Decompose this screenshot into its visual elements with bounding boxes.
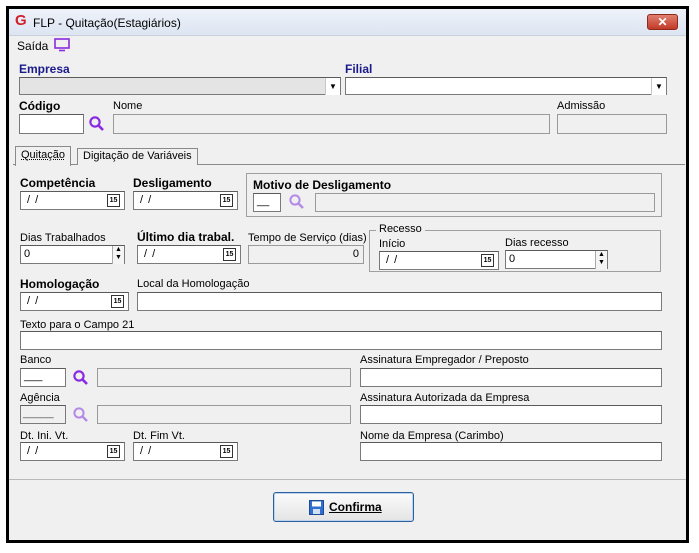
- empresa-label: Empresa: [19, 62, 70, 76]
- tab-quitacao-label: Quitação: [21, 149, 66, 161]
- assinatura-empregador-input[interactable]: [360, 368, 662, 387]
- codigo-search-icon[interactable]: [88, 115, 105, 132]
- local-homologacao-input[interactable]: [137, 292, 662, 311]
- nome-label: Nome: [113, 100, 143, 112]
- desligamento-date-input[interactable]: / / 15: [133, 191, 238, 210]
- recesso-inicio-value: / /: [386, 254, 399, 266]
- window-title: FLP - Quitação(Estagiários): [33, 16, 181, 30]
- competencia-calendar-icon[interactable]: 15: [107, 194, 120, 207]
- assinatura-empregador-label: Assinatura Empregador / Preposto: [360, 354, 529, 366]
- recesso-inicio-calendar-icon[interactable]: 15: [481, 254, 494, 267]
- empresa-dropdown-arrow[interactable]: ▼: [325, 78, 340, 95]
- tempo-servico-value: 0: [352, 248, 359, 260]
- dt-ini-vt-date-input[interactable]: / / 15: [20, 442, 125, 461]
- motivo-search-icon[interactable]: [288, 193, 305, 210]
- confirm-button[interactable]: Confirma: [273, 492, 414, 522]
- agencia-code-input[interactable]: _____: [20, 405, 66, 424]
- save-icon: [309, 500, 324, 515]
- homologacao-label: Homologação: [20, 277, 100, 291]
- dt-ini-vt-value: / /: [27, 445, 40, 457]
- motivo-code-input[interactable]: __: [253, 193, 281, 212]
- assinatura-autorizada-label: Assinatura Autorizada da Empresa: [360, 392, 530, 404]
- ultimo-dia-value: / /: [144, 248, 157, 260]
- texto-campo21-input[interactable]: [20, 331, 662, 350]
- dias-trabalhados-spinner[interactable]: ▲ ▼: [112, 246, 124, 264]
- homologacao-value: / /: [27, 295, 40, 307]
- assinatura-autorizada-input[interactable]: [360, 405, 662, 424]
- filial-select[interactable]: ▼: [345, 77, 667, 95]
- tab-digitacao-variaveis[interactable]: Digitação de Variáveis: [77, 148, 198, 165]
- dias-trabalhados-label: Dias Trabalhados: [20, 232, 106, 244]
- ultimo-dia-calendar-icon[interactable]: 15: [223, 248, 236, 261]
- local-homologacao-label: Local da Homologação: [137, 278, 250, 290]
- admissao-label: Admissão: [557, 100, 606, 112]
- admissao-field: [557, 114, 667, 134]
- agencia-label: Agência: [20, 392, 60, 404]
- dt-fim-vt-date-input[interactable]: / / 15: [133, 442, 238, 461]
- close-button[interactable]: ✕: [647, 14, 678, 30]
- banco-label: Banco: [20, 354, 52, 366]
- filial-dropdown-arrow[interactable]: ▼: [651, 78, 666, 95]
- banco-code-value: ___: [24, 370, 43, 382]
- dias-trabalhados-input[interactable]: 0 ▲ ▼: [20, 245, 125, 264]
- homologacao-calendar-icon[interactable]: 15: [111, 295, 124, 308]
- recesso-inicio-label: Início: [379, 238, 406, 250]
- nome-empresa-input[interactable]: [360, 442, 662, 461]
- dias-recesso-label: Dias recesso: [505, 237, 569, 249]
- app-logo-icon: G: [15, 12, 27, 29]
- nome-empresa-label: Nome da Empresa (Carimbo): [360, 430, 504, 442]
- competencia-value: / /: [27, 194, 40, 206]
- dt-ini-vt-label: Dt. Ini. Vt.: [20, 430, 69, 442]
- desligamento-calendar-icon[interactable]: 15: [220, 194, 233, 207]
- desligamento-value: / /: [140, 194, 153, 206]
- dt-fim-vt-value: / /: [140, 445, 153, 457]
- tempo-servico-field: 0: [248, 245, 364, 264]
- banco-search-icon[interactable]: [72, 369, 89, 386]
- dias-recesso-input[interactable]: 0 ▲ ▼: [505, 250, 608, 269]
- nome-field: [113, 114, 550, 134]
- agencia-description-field: [97, 405, 351, 424]
- banco-code-input[interactable]: ___: [20, 368, 66, 387]
- texto-campo21-label: Texto para o Campo 21: [20, 319, 135, 331]
- tempo-servico-label: Tempo de Serviço (dias): [248, 232, 367, 244]
- tab-digitacao-label: Digitação de Variáveis: [83, 150, 192, 162]
- ultimo-dia-label: Último dia trabal.: [137, 230, 235, 244]
- agencia-search-icon[interactable]: [72, 406, 89, 423]
- competencia-date-input[interactable]: / / 15: [20, 191, 125, 210]
- dt-fim-vt-label: Dt. Fim Vt.: [133, 430, 185, 442]
- monitor-icon[interactable]: [54, 38, 70, 52]
- recesso-label: Recesso: [376, 223, 425, 235]
- codigo-label: Código: [19, 99, 61, 113]
- motivo-label: Motivo de Desligamento: [253, 178, 392, 192]
- dias-trabalhados-value: 0: [24, 248, 31, 260]
- menu-exit[interactable]: Saída: [17, 39, 48, 53]
- footer-divider: [9, 479, 686, 480]
- competencia-label: Competência: [20, 176, 96, 190]
- banco-description-field: [97, 368, 351, 387]
- empresa-select[interactable]: ▼: [19, 77, 341, 95]
- codigo-input[interactable]: [19, 114, 84, 134]
- tab-quitacao[interactable]: Quitação: [15, 146, 72, 166]
- dt-ini-vt-calendar-icon[interactable]: 15: [107, 445, 120, 458]
- motivo-code-value: __: [257, 195, 270, 207]
- filial-label: Filial: [345, 62, 373, 76]
- recesso-inicio-date-input[interactable]: / / 15: [379, 251, 499, 270]
- desligamento-label: Desligamento: [133, 176, 212, 190]
- dias-recesso-value: 0: [509, 253, 516, 265]
- agencia-code-value: _____: [23, 407, 54, 419]
- homologacao-date-input[interactable]: / / 15: [20, 292, 129, 311]
- confirm-button-label: Confirma: [329, 500, 382, 514]
- motivo-description-field: [315, 193, 655, 212]
- dias-recesso-spinner[interactable]: ▲ ▼: [595, 251, 607, 269]
- ultimo-dia-date-input[interactable]: / / 15: [137, 245, 241, 264]
- dt-fim-vt-calendar-icon[interactable]: 15: [220, 445, 233, 458]
